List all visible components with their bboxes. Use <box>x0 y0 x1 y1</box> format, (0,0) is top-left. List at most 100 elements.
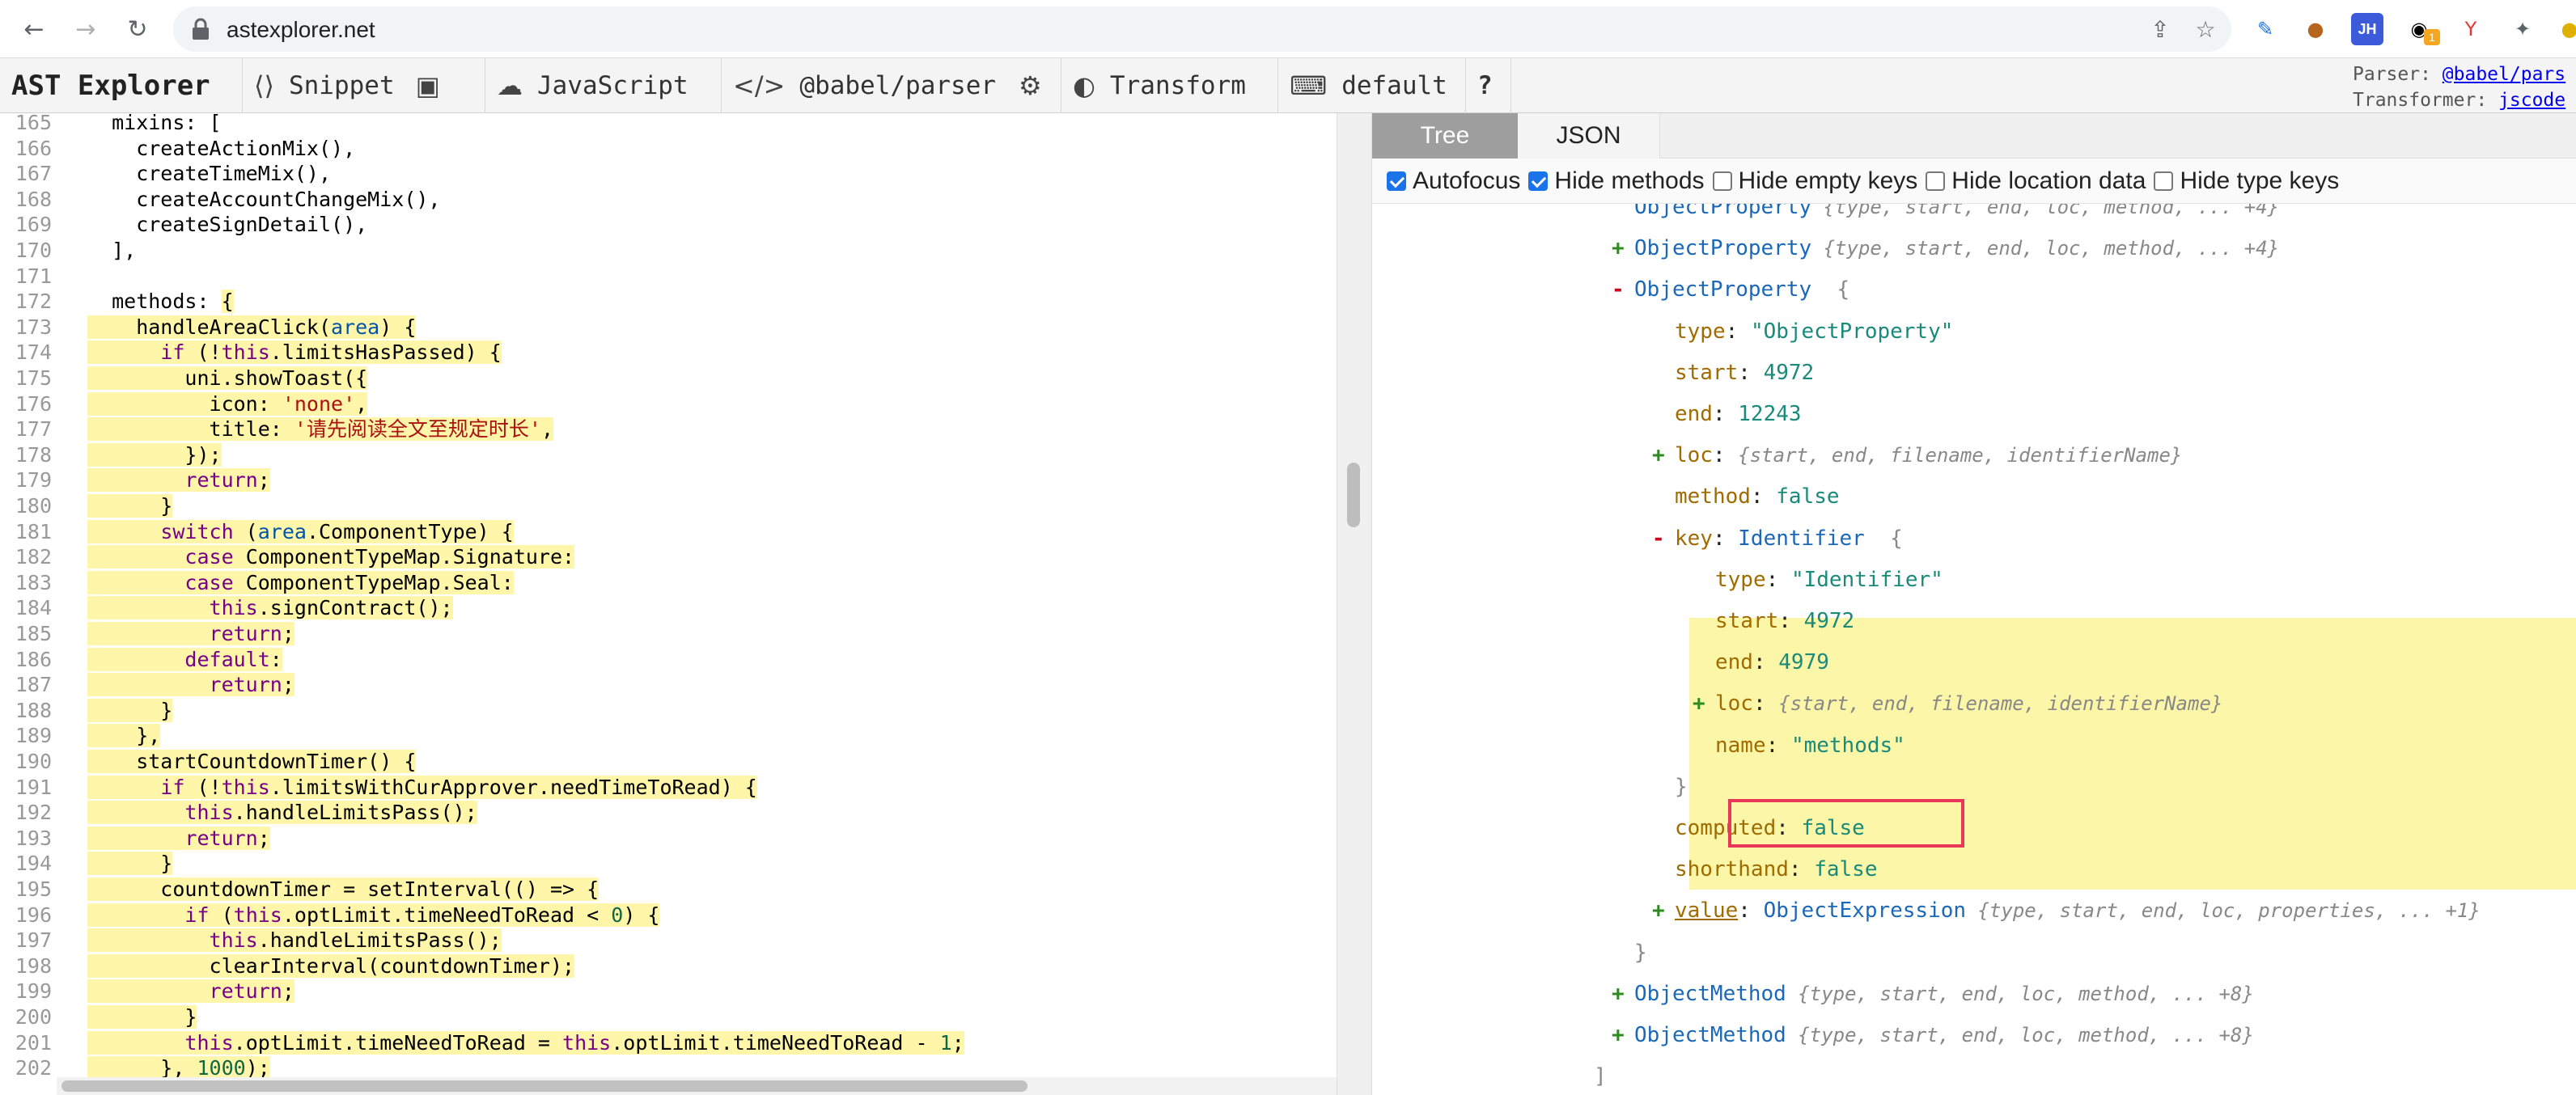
tree-node[interactable]: + ObjectProperty {type, start, end, loc, … <box>1612 227 2279 269</box>
editor-line[interactable]: 175 uni.showToast({ <box>0 366 1337 391</box>
editor-line[interactable]: 171 <box>0 264 1337 290</box>
transformer-meta-link[interactable]: jscode <box>2498 90 2565 111</box>
checkbox[interactable] <box>1528 171 1549 191</box>
editor-line[interactable]: 198 clearInterval(countdownTimer); <box>0 953 1337 979</box>
editor-line[interactable]: 169 createSignDetail(), <box>0 212 1337 238</box>
editor-line[interactable]: 196 if (this.optLimit.timeNeedToRead < 0… <box>0 903 1337 928</box>
save-icon[interactable]: ▣ <box>416 70 440 101</box>
keymap-button[interactable]: ⌨ default <box>1278 58 1466 113</box>
code-token: .optLimit.timeNeedToRead = <box>233 1030 563 1055</box>
editor-horizontal-scrollbar[interactable] <box>61 1080 1027 1092</box>
code-token: icon: <box>87 391 282 416</box>
option-hide-methods[interactable]: Hide methods <box>1528 167 1705 195</box>
expand-toggle[interactable]: + <box>1612 227 1634 269</box>
editor-line[interactable]: 192 this.handleLimitsPass(); <box>0 800 1337 826</box>
code-editor[interactable]: 165 mixins: [166 createActionMix(), 167 c… <box>0 113 1337 1095</box>
language-button[interactable]: ☁ JavaScript <box>485 58 722 113</box>
editor-line[interactable]: 201 this.optLimit.timeNeedToRead = this.… <box>0 1030 1337 1056</box>
editor-line[interactable]: 167 createTimeMix(), <box>0 161 1337 187</box>
editor-line[interactable]: 178 }); <box>0 442 1337 468</box>
transform-button[interactable]: ◐ Transform <box>1061 58 1278 113</box>
option-hide-location-data[interactable]: Hide location data <box>1926 167 2146 195</box>
editor-line[interactable]: 177 title: '请先阅读全文至规定时长', <box>0 416 1337 442</box>
code-token: case <box>184 545 234 569</box>
jh-extension-icon[interactable]: JH <box>2351 13 2383 45</box>
share-icon[interactable]: ⇪ <box>2147 16 2173 43</box>
editor-line[interactable]: 188 } <box>0 698 1337 724</box>
editor-line[interactable]: 200 } <box>0 1004 1337 1030</box>
tree-node[interactable]: + loc: {start, end, filename, identifierN… <box>1652 434 2182 476</box>
editor-line[interactable]: 194 } <box>0 851 1337 877</box>
code-text: title: '请先阅读全文至规定时长', <box>87 416 554 442</box>
editor-line[interactable]: 186 default: <box>0 647 1337 673</box>
option-hide-empty-keys[interactable]: Hide empty keys <box>1712 167 1917 195</box>
parser-meta-link[interactable]: @babel/pars <box>2443 64 2565 85</box>
checkbox[interactable] <box>1712 171 1732 191</box>
bookmark-star-icon[interactable]: ☆ <box>2193 16 2218 43</box>
editor-line[interactable]: 172 methods: { <box>0 289 1337 315</box>
editor-line[interactable]: 181 switch (area.ComponentType) { <box>0 519 1337 545</box>
editor-line[interactable]: 193 return; <box>0 826 1337 852</box>
editor-line[interactable]: 170 ], <box>0 238 1337 264</box>
profile-avatar-icon[interactable]: ● <box>2553 13 2576 45</box>
option-hide-type-keys[interactable]: Hide type keys <box>2154 167 2339 195</box>
tree-token: end <box>1675 402 1713 426</box>
tree-token: false <box>1814 857 1878 882</box>
editor-line[interactable]: 189 }, <box>0 723 1337 749</box>
tree-node[interactable]: - ObjectProperty { <box>1612 268 1849 311</box>
editor-line[interactable]: 195 countdownTimer = setInterval(() => { <box>0 877 1337 903</box>
expand-toggle[interactable]: + <box>1612 1014 1634 1056</box>
checkbox[interactable] <box>1926 171 1946 191</box>
reload-icon[interactable]: ↻ <box>120 11 155 47</box>
editor-line[interactable]: 166 createActionMix(), <box>0 136 1337 162</box>
parser-button[interactable]: </> @babel/parser ⚙ <box>722 58 1061 113</box>
editor-line[interactable]: 174 if (!this.limitsHasPassed) { <box>0 340 1337 366</box>
editor-line[interactable]: 184 this.signContract(); <box>0 595 1337 621</box>
editor-vertical-scrollbar[interactable] <box>1347 463 1360 527</box>
code-token: ; <box>951 1030 964 1055</box>
checkbox[interactable] <box>2154 171 2174 191</box>
puzzle-extensions-icon[interactable]: ✦ <box>2506 13 2539 45</box>
tab-json[interactable]: JSON <box>1518 113 1660 159</box>
editor-line[interactable]: 190 startCountdownTimer() { <box>0 749 1337 775</box>
tree-node[interactable]: - key: Identifier { <box>1652 518 1903 560</box>
back-icon[interactable]: ← <box>16 11 52 47</box>
editor-line[interactable]: 187 return; <box>0 672 1337 698</box>
tree-node[interactable]: + ObjectMethod {type, start, end, loc, me… <box>1612 1014 2254 1056</box>
editor-line[interactable]: 168 createAccountChangeMix(), <box>0 187 1337 213</box>
expand-toggle[interactable]: + <box>1693 683 1715 725</box>
expand-toggle[interactable]: + <box>1652 434 1675 476</box>
expand-toggle[interactable]: + <box>1612 973 1634 1015</box>
editor-line[interactable]: 199 return; <box>0 979 1337 1004</box>
editor-line[interactable]: 176 icon: 'none', <box>0 391 1337 417</box>
tree-node[interactable]: + ObjectMethod {type, start, end, loc, me… <box>1612 973 2254 1015</box>
option-autofocus[interactable]: Autofocus <box>1387 167 1520 195</box>
collapse-toggle[interactable]: - <box>1652 518 1675 560</box>
checkbox[interactable] <box>1387 171 1406 191</box>
editor-line[interactable]: 173 handleAreaClick(area) { <box>0 315 1337 340</box>
editor-line[interactable]: 183 case ComponentTypeMap.Seal: <box>0 570 1337 596</box>
highlighter-extension-icon[interactable]: ✎ <box>2249 13 2282 45</box>
yandex-extension-icon[interactable]: Y <box>2455 13 2487 45</box>
code-token: ( <box>233 519 258 543</box>
help-button[interactable]: ? <box>1466 58 1511 113</box>
app-title-container: AST Explorer <box>0 58 243 113</box>
pane-divider[interactable] <box>1337 113 1372 1095</box>
gear-icon[interactable]: ⚙ <box>1019 70 1042 101</box>
editor-line[interactable]: 180 } <box>0 493 1337 519</box>
address-bar[interactable]: astexplorer.net ⇪ ☆ <box>173 6 2231 52</box>
editor-line[interactable]: 182 case ComponentTypeMap.Signature: <box>0 544 1337 570</box>
expand-toggle[interactable]: + <box>1652 890 1675 932</box>
tab-tree[interactable]: Tree <box>1372 113 1518 159</box>
editor-line[interactable]: 165 mixins: [ <box>0 113 1337 136</box>
tree-node[interactable]: + loc: {start, end, filename, identifierN… <box>1693 683 2222 725</box>
editor-line[interactable]: 191 if (!this.limitsWithCurApprover.need… <box>0 775 1337 801</box>
snippet-button[interactable]: ⟨⟩ Snippet ▣ <box>243 58 485 113</box>
collapse-toggle[interactable]: - <box>1612 268 1634 311</box>
cookie-extension-icon[interactable]: ● <box>2299 13 2332 45</box>
editor-line[interactable]: 179 return; <box>0 467 1337 493</box>
forward-icon[interactable]: → <box>68 11 104 47</box>
tree-node[interactable]: + value: ObjectExpression {type, start, e… <box>1652 890 2481 932</box>
editor-line[interactable]: 197 this.handleLimitsPass(); <box>0 928 1337 953</box>
editor-line[interactable]: 185 return; <box>0 621 1337 647</box>
